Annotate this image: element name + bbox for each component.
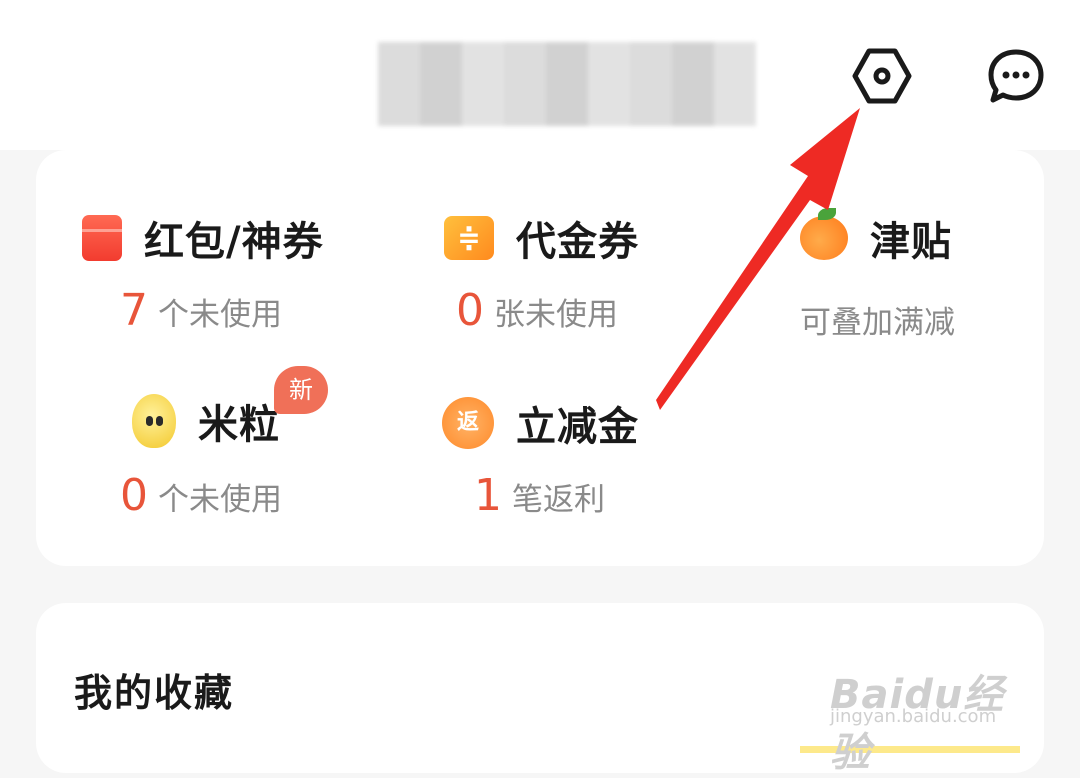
tile-subtitle: 7 个未使用 — [120, 285, 282, 336]
tile-count: 1 — [474, 470, 502, 521]
tile-count: 0 — [456, 285, 484, 336]
tile-cashback[interactable]: 返 立减金 1 笔返利 — [442, 394, 639, 521]
tile-suffix: 个未使用 — [158, 297, 282, 333]
tile-count: 7 — [120, 285, 148, 336]
red-packet-icon — [82, 215, 122, 261]
cashback-icon: 返 — [442, 397, 494, 449]
tile-subtitle: 1 笔返利 — [474, 470, 605, 521]
tile-rice-points[interactable]: 米粒 0 个未使用 — [120, 392, 282, 521]
tile-title: 红包/神券 — [144, 219, 324, 265]
tile-red-packet[interactable]: 红包/神券 7 个未使用 — [82, 209, 324, 336]
tile-subtitle: 0 张未使用 — [456, 285, 618, 336]
tile-title: 代金券 — [516, 219, 639, 265]
blurred-username — [378, 42, 756, 126]
favorites-title[interactable]: 我的收藏 — [74, 662, 234, 717]
settings-hexagon-icon — [852, 48, 912, 104]
chat-bubble-icon — [988, 49, 1044, 103]
tile-title: 立减金 — [516, 404, 639, 450]
settings-button[interactable] — [846, 40, 918, 112]
tile-title: 米粒 — [198, 402, 280, 448]
watermark-url: jingyan.baidu.com — [830, 706, 997, 727]
tile-title: 津贴 — [870, 219, 952, 265]
message-button[interactable] — [980, 40, 1052, 112]
voucher-icon: ≑ — [444, 216, 494, 260]
new-badge: 新 — [274, 366, 328, 414]
top-bar — [0, 0, 1080, 150]
tile-subtitle: 可叠加满减 — [800, 297, 955, 342]
tile-suffix: 个未使用 — [158, 482, 282, 518]
tile-count: 0 — [120, 470, 148, 521]
tile-voucher[interactable]: ≑ 代金券 0 张未使用 — [444, 209, 639, 336]
tile-allowance[interactable]: 津贴 可叠加满减 — [800, 208, 955, 341]
rice-grain-icon — [132, 394, 176, 448]
baidu-watermark: Baidu经验 jingyan.baidu.com — [830, 632, 1030, 776]
tile-suffix: 笔返利 — [512, 482, 605, 518]
tile-suffix: 张未使用 — [494, 297, 618, 333]
orange-fruit-icon — [800, 208, 848, 260]
tile-subtitle: 0 个未使用 — [120, 470, 282, 521]
tile-suffix: 可叠加满减 — [800, 305, 955, 341]
